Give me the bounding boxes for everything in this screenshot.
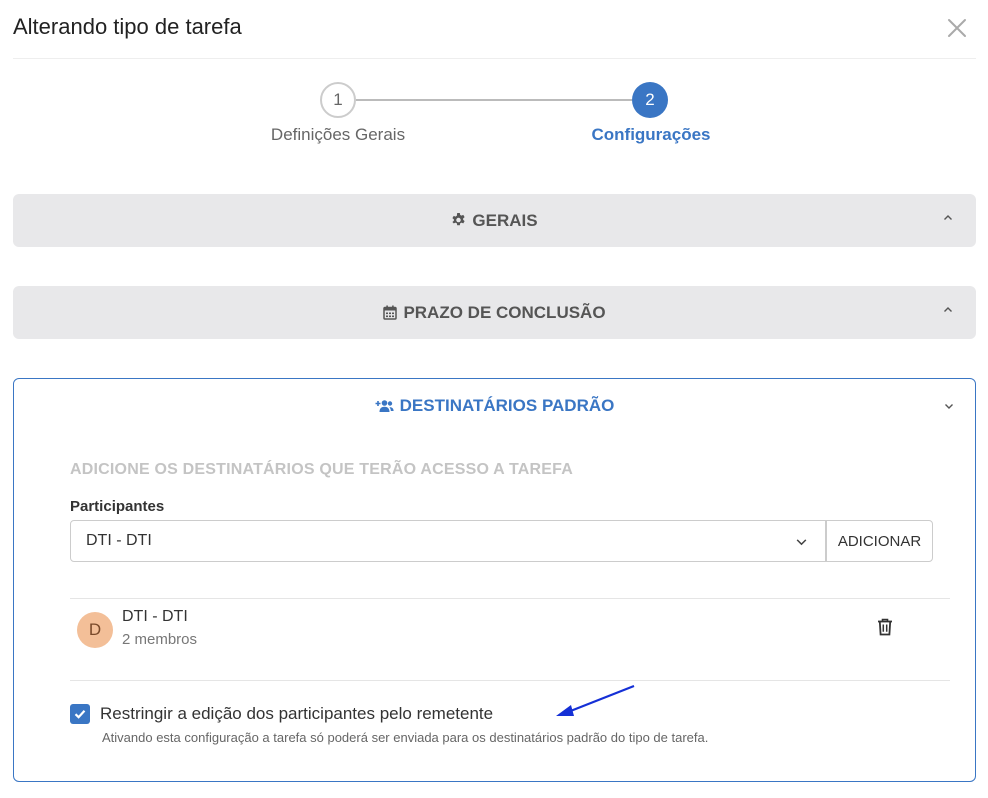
restrict-checkbox-label[interactable]: Restringir a edição dos participantes pe… [100,704,493,724]
stepper-connector [356,99,632,101]
panel-gerais-header[interactable]: GERAIS [13,194,976,247]
panel-prazo-header[interactable]: PRAZO DE CONCLUSÃO [13,286,976,339]
chevron-up-icon [942,212,954,224]
chevron-up-icon [942,304,954,316]
modal-title: Alterando tipo de tarefa [13,14,242,39]
panel-destinatarios-header[interactable]: DESTINATÁRIOS PADRÃO [14,379,975,433]
chevron-down-icon [795,535,808,548]
participants-label: Participantes [70,498,165,515]
panel-prazo-label: PRAZO DE CONCLUSÃO [403,302,606,322]
chevron-down-icon [943,400,955,412]
step-2-label[interactable]: Configurações [591,125,710,145]
divider [70,680,950,681]
section-heading: ADICIONE OS DESTINATÁRIOS QUE TERÃO ACES… [70,461,573,478]
participants-select[interactable]: DTI - DTI [70,520,826,562]
panel-gerais-label: GERAIS [472,210,538,230]
restrict-checkbox-help: Ativando esta configuração a tarefa só p… [102,730,709,745]
step-1-label[interactable]: Definições Gerais [271,125,405,145]
add-button[interactable]: ADICIONAR [826,520,933,562]
participants-select-value: DTI - DTI [86,532,152,549]
panel-destinatarios-label: DESTINATÁRIOS PADRÃO [399,396,615,415]
header-divider [13,58,976,59]
restrict-checkbox[interactable] [70,704,90,724]
calendar-icon [383,305,398,320]
gear-icon [451,213,466,228]
annotation-arrow-icon [556,684,635,716]
panel-destinatarios: DESTINATÁRIOS PADRÃO ADICIONE OS DESTINA… [13,378,976,782]
trash-icon[interactable] [877,618,895,638]
step-1-indicator[interactable]: 1 [320,82,356,118]
member-count: 2 membros [122,631,198,648]
step-2-indicator[interactable]: 2 [632,82,668,118]
close-icon[interactable] [946,17,968,39]
divider [70,598,950,599]
users-add-icon [375,399,394,413]
avatar: D [77,612,113,648]
member-name: DTI - DTI [122,608,188,625]
